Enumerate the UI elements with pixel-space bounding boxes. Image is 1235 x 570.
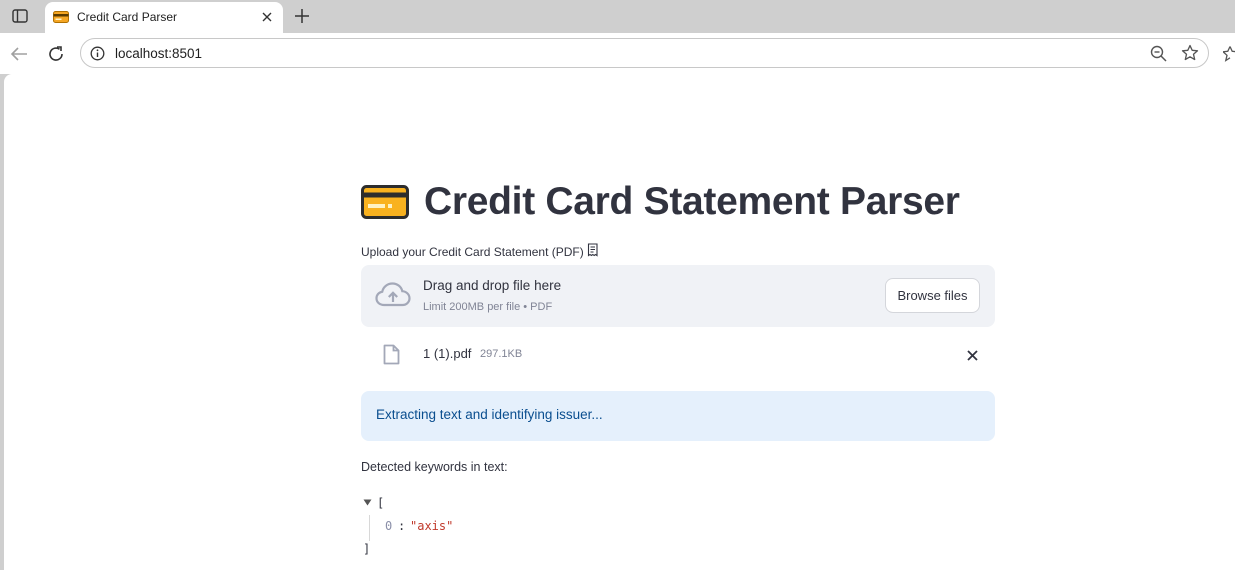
extensions-icon[interactable] — [1221, 45, 1235, 68]
remove-file-icon[interactable] — [965, 348, 979, 362]
address-bar[interactable]: localhost:8501 — [80, 38, 1209, 68]
file-icon — [383, 344, 400, 370]
title-row: Credit Card Statement Parser — [361, 177, 960, 227]
dropzone-limit-text: Limit 200MB per file • PDF — [423, 301, 553, 313]
browser-toolbar: localhost:8501 — [0, 33, 1235, 74]
tab-strip: Credit Card Parser — [0, 0, 1235, 33]
json-open-bracket: [ — [377, 496, 385, 510]
site-info-icon[interactable] — [90, 46, 105, 66]
tab-sidebar-icon[interactable] — [8, 5, 32, 27]
keywords-label: Detected keywords in text: — [361, 460, 508, 474]
credit-card-favicon-icon — [53, 10, 69, 29]
receipt-icon — [587, 243, 600, 260]
file-size: 297.1KB — [480, 348, 523, 360]
upload-label: Upload your Credit Card Statement (PDF) — [361, 243, 600, 260]
json-colon: : — [398, 519, 406, 533]
file-name: 1 (1).pdf — [423, 346, 472, 361]
info-alert: Extracting text and identifying issuer..… — [361, 391, 995, 441]
file-dropzone[interactable]: Drag and drop file here Limit 200MB per … — [361, 265, 995, 327]
json-viewer: [ 0 : "axis" ] — [361, 494, 661, 564]
close-tab-icon[interactable] — [259, 9, 275, 25]
url-text[interactable]: localhost:8501 — [115, 46, 202, 61]
page-title: Credit Card Statement Parser — [424, 180, 960, 223]
upload-label-text: Upload your Credit Card Statement (PDF) — [361, 244, 584, 259]
browser-tab[interactable]: Credit Card Parser — [45, 2, 283, 33]
cloud-upload-icon — [375, 282, 411, 313]
uploaded-file-row: 1 (1).pdf 297.1KB — [361, 340, 995, 370]
bookmark-star-icon[interactable] — [1181, 44, 1199, 67]
credit-card-icon — [361, 185, 409, 219]
reload-icon[interactable] — [46, 44, 66, 64]
new-tab-button[interactable] — [292, 6, 312, 26]
browse-files-button[interactable]: Browse files — [885, 278, 980, 313]
json-index: 0 — [385, 519, 393, 533]
collapse-triangle-icon[interactable] — [363, 496, 372, 510]
back-icon[interactable] — [9, 44, 29, 64]
dropzone-title: Drag and drop file here — [423, 278, 562, 293]
json-value: "axis" — [410, 519, 454, 533]
json-indent-guide — [369, 515, 370, 541]
info-message: Extracting text and identifying issuer..… — [376, 407, 603, 422]
zoom-out-icon[interactable] — [1150, 45, 1167, 67]
page-viewport: Credit Card Statement Parser Upload your… — [4, 74, 1235, 570]
tab-title: Credit Card Parser — [77, 10, 178, 24]
json-close-bracket: ] — [363, 542, 371, 556]
